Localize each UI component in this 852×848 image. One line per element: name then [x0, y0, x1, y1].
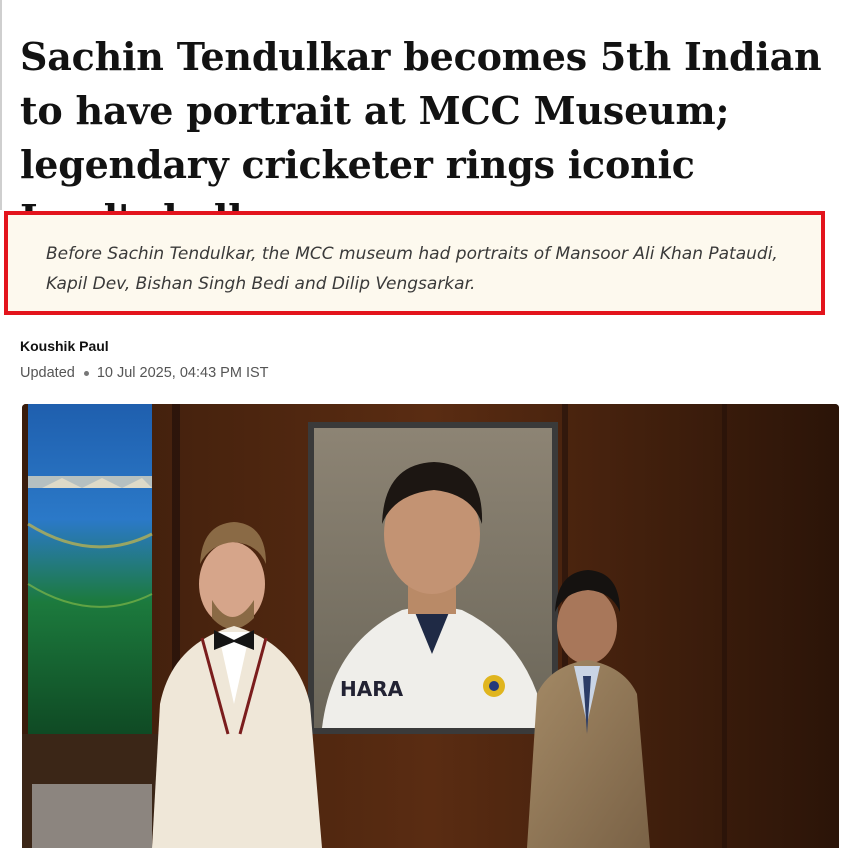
summary-highlight-box: Before Sachin Tendulkar, the MCC museum … [4, 211, 825, 315]
article-meta: Updated 10 Jul 2025, 04:43 PM IST [20, 365, 269, 381]
author-name[interactable]: Koushik Paul [20, 338, 109, 354]
jersey-text: HARA [340, 677, 404, 701]
publish-date: 10 Jul 2025, 04:43 PM IST [96, 365, 269, 381]
article-photo[interactable]: HARA [22, 404, 839, 848]
left-rule [0, 0, 2, 210]
separator-dot [83, 370, 89, 376]
article-summary: Before Sachin Tendulkar, the MCC museum … [46, 244, 778, 294]
updated-label: Updated [20, 365, 75, 381]
